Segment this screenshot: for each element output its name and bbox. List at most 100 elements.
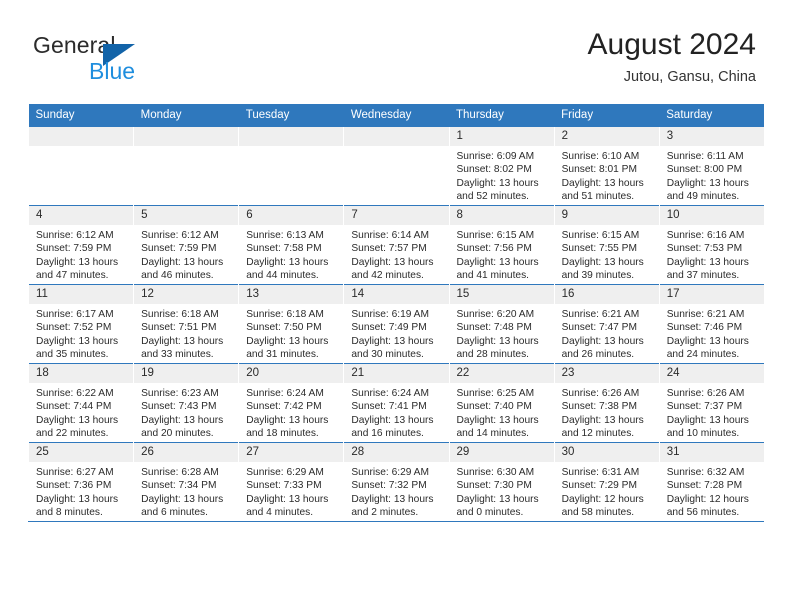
day-info: Sunrise: 6:22 AM Sunset: 7:44 PM Dayligh… [29,383,133,441]
day-cell[interactable]: 23 Sunrise: 6:26 AM Sunset: 7:38 PM Dayl… [553,363,660,443]
daylight-text-line2: and 18 minutes. [246,428,319,440]
sunrise-text: Sunrise: 6:30 AM [456,467,535,478]
daylight-text-line1: Daylight: 13 hours [456,177,539,189]
sunrise-text: Sunrise: 6:27 AM [36,467,114,478]
calendar-grid: Sunday Monday Tuesday Wednesday Thursday… [27,104,765,522]
day-cell[interactable]: 7 Sunrise: 6:14 AM Sunset: 7:57 PM Dayli… [343,205,449,285]
day-cell[interactable]: 30 Sunrise: 6:31 AM Sunset: 7:29 PM Dayl… [553,442,660,522]
day-number: 11 [29,285,134,304]
day-cell[interactable]: 5 Sunrise: 6:12 AM Sunset: 7:59 PM Dayli… [133,205,239,285]
day-number: 20 [239,364,344,383]
day-cell[interactable]: 24 Sunrise: 6:26 AM Sunset: 7:37 PM Dayl… [658,363,765,443]
calendar-body: 1 Sunrise: 6:09 AM Sunset: 8:02 PM Dayli… [27,126,765,522]
daylight-text-line2: and 12 minutes. [561,428,635,440]
daylight-text-line1: Daylight: 13 hours [456,256,539,268]
day-cell[interactable]: 25 Sunrise: 6:27 AM Sunset: 7:36 PM Dayl… [27,442,134,522]
day-number: 23 [554,364,659,383]
day-cell[interactable]: 17 Sunrise: 6:21 AM Sunset: 7:46 PM Dayl… [658,284,765,364]
day-cell[interactable]: 20 Sunrise: 6:24 AM Sunset: 7:42 PM Dayl… [238,363,344,443]
day-cell[interactable]: 4 Sunrise: 6:12 AM Sunset: 7:59 PM Dayli… [27,205,134,285]
daylight-text-line1: Daylight: 13 hours [351,335,434,347]
daylight-text-line2: and 0 minutes. [456,507,524,519]
day-cell[interactable]: 22 Sunrise: 6:25 AM Sunset: 7:40 PM Dayl… [448,363,555,443]
day-cell[interactable]: 16 Sunrise: 6:21 AM Sunset: 7:47 PM Dayl… [553,284,660,364]
day-cell[interactable]: 13 Sunrise: 6:18 AM Sunset: 7:50 PM Dayl… [238,284,344,364]
day-number [344,127,449,146]
sunrise-text: Sunrise: 6:19 AM [351,309,429,320]
day-cell[interactable]: 2 Sunrise: 6:10 AM Sunset: 8:01 PM Dayli… [553,126,660,206]
day-info: Sunrise: 6:09 AM Sunset: 8:02 PM Dayligh… [450,146,554,204]
sunrise-text: Sunrise: 6:23 AM [141,388,219,399]
sunrise-text: Sunrise: 6:29 AM [246,467,324,478]
sunrise-text: Sunrise: 6:21 AM [666,309,745,320]
day-info: Sunrise: 6:25 AM Sunset: 7:40 PM Dayligh… [450,383,554,441]
title-block: August 2024 Jutou, Gansu, China [588,28,756,86]
day-cell[interactable]: 21 Sunrise: 6:24 AM Sunset: 7:41 PM Dayl… [343,363,449,443]
day-number: 14 [344,285,449,304]
daylight-text-line2: and 52 minutes. [456,191,530,203]
daylight-text-line2: and 20 minutes. [141,428,214,440]
day-number: 15 [449,285,554,304]
daylight-text-line2: and 33 minutes. [141,349,214,361]
daylight-text-line1: Daylight: 13 hours [351,256,434,268]
sunset-text: Sunset: 7:47 PM [561,322,637,334]
general-blue-logo[interactable]: General Blue [33,32,213,84]
daylight-text-line1: Daylight: 12 hours [666,493,749,505]
daylight-text-line1: Daylight: 13 hours [666,256,749,268]
daylight-text-line2: and 2 minutes. [351,507,419,519]
daylight-text-line1: Daylight: 13 hours [666,335,749,347]
weekday-header-sunday: Sunday [28,104,134,127]
day-cell[interactable]: 6 Sunrise: 6:13 AM Sunset: 7:58 PM Dayli… [238,205,344,285]
day-cell[interactable]: 15 Sunrise: 6:20 AM Sunset: 7:48 PM Dayl… [448,284,555,364]
day-cell-empty [27,126,134,206]
daylight-text-line1: Daylight: 13 hours [36,414,119,426]
page-title: August 2024 [587,28,756,61]
day-number: 8 [449,206,554,225]
daylight-text-line1: Daylight: 13 hours [666,177,749,189]
day-info: Sunrise: 6:19 AM Sunset: 7:49 PM Dayligh… [344,304,448,362]
day-cell[interactable]: 9 Sunrise: 6:15 AM Sunset: 7:55 PM Dayli… [553,205,660,285]
day-cell[interactable]: 1 Sunrise: 6:09 AM Sunset: 8:02 PM Dayli… [448,126,555,206]
daylight-text-line2: and 49 minutes. [666,191,740,203]
daylight-text-line2: and 8 minutes. [36,507,103,519]
day-number: 19 [134,364,239,383]
sunset-text: Sunset: 7:58 PM [246,243,322,255]
day-cell[interactable]: 27 Sunrise: 6:29 AM Sunset: 7:33 PM Dayl… [238,442,344,522]
day-info: Sunrise: 6:21 AM Sunset: 7:46 PM Dayligh… [660,304,765,362]
day-info: Sunrise: 6:20 AM Sunset: 7:48 PM Dayligh… [450,304,554,362]
day-cell[interactable]: 14 Sunrise: 6:19 AM Sunset: 7:49 PM Dayl… [343,284,449,364]
day-cell[interactable]: 11 Sunrise: 6:17 AM Sunset: 7:52 PM Dayl… [27,284,134,364]
daylight-text-line2: and 4 minutes. [246,507,314,519]
day-info: Sunrise: 6:15 AM Sunset: 7:55 PM Dayligh… [555,225,659,283]
daylight-text-line1: Daylight: 13 hours [141,256,224,268]
day-cell[interactable]: 12 Sunrise: 6:18 AM Sunset: 7:51 PM Dayl… [133,284,239,364]
day-info: Sunrise: 6:16 AM Sunset: 7:53 PM Dayligh… [660,225,765,283]
day-cell[interactable]: 19 Sunrise: 6:23 AM Sunset: 7:43 PM Dayl… [133,363,239,443]
day-cell[interactable]: 26 Sunrise: 6:28 AM Sunset: 7:34 PM Dayl… [133,442,239,522]
sunset-text: Sunset: 8:01 PM [561,164,637,176]
sunrise-text: Sunrise: 6:25 AM [456,388,535,399]
day-cell[interactable]: 8 Sunrise: 6:15 AM Sunset: 7:56 PM Dayli… [448,205,555,285]
day-cell[interactable]: 28 Sunrise: 6:29 AM Sunset: 7:32 PM Dayl… [343,442,449,522]
day-cell[interactable]: 29 Sunrise: 6:30 AM Sunset: 7:30 PM Dayl… [448,442,555,522]
day-cell[interactable]: 18 Sunrise: 6:22 AM Sunset: 7:44 PM Dayl… [27,363,134,443]
daylight-text-line2: and 42 minutes. [351,270,424,282]
sunset-text: Sunset: 7:42 PM [246,401,322,413]
day-number: 3 [659,127,765,146]
day-cell[interactable]: 10 Sunrise: 6:16 AM Sunset: 7:53 PM Dayl… [658,205,765,285]
day-number: 24 [659,364,765,383]
day-cell[interactable]: 3 Sunrise: 6:11 AM Sunset: 8:00 PM Dayli… [658,126,765,206]
week-row: 11 Sunrise: 6:17 AM Sunset: 7:52 PM Dayl… [27,284,765,364]
sunset-text: Sunset: 7:36 PM [36,480,112,492]
day-number [134,127,239,146]
daylight-text-line2: and 44 minutes. [246,270,319,282]
day-number: 12 [134,285,239,304]
week-row: 25 Sunrise: 6:27 AM Sunset: 7:36 PM Dayl… [27,442,765,522]
day-info: Sunrise: 6:10 AM Sunset: 8:01 PM Dayligh… [555,146,659,204]
sunrise-text: Sunrise: 6:13 AM [246,230,324,241]
day-number: 25 [29,443,134,462]
day-cell[interactable]: 31 Sunrise: 6:32 AM Sunset: 7:28 PM Dayl… [658,442,765,522]
day-info: Sunrise: 6:18 AM Sunset: 7:51 PM Dayligh… [134,304,238,362]
sunset-text: Sunset: 7:55 PM [561,243,637,255]
daylight-text-line2: and 26 minutes. [561,349,635,361]
